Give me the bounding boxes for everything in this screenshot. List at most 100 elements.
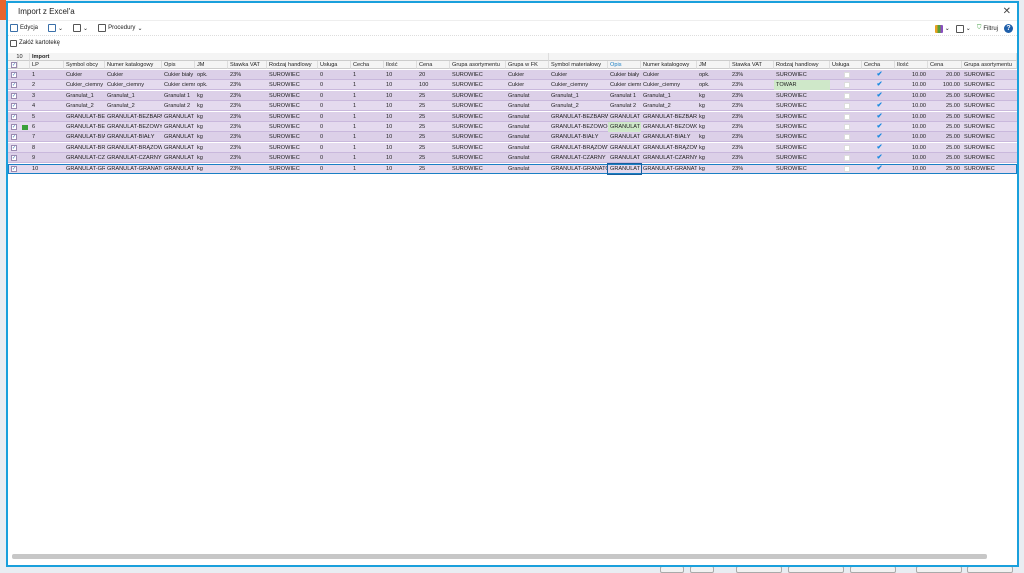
cell[interactable]: Granulat_1 — [641, 91, 697, 101]
cell[interactable]: GRANULAT — [608, 112, 641, 122]
cell[interactable]: 23% — [730, 164, 774, 174]
cell[interactable]: 10.00 — [895, 70, 928, 80]
cell[interactable]: 25 — [417, 101, 450, 111]
cell[interactable]: GRANULAT — [162, 122, 195, 132]
cell[interactable]: Granulat — [506, 122, 549, 132]
help-icon[interactable]: ? — [1004, 24, 1013, 33]
cell[interactable]: Granulat_2 — [64, 101, 105, 111]
column-header[interactable]: Cena — [417, 61, 450, 69]
cell[interactable]: Cukier — [549, 70, 608, 80]
cell[interactable]: GRANULAT — [162, 112, 195, 122]
cell[interactable]: SUROWIEC — [267, 164, 318, 174]
column-header[interactable]: Stawka VAT — [730, 61, 774, 69]
cell[interactable]: kg — [697, 101, 730, 111]
service-checkbox[interactable] — [830, 143, 862, 153]
cell[interactable]: Cukier_ciemny — [641, 80, 697, 90]
cell[interactable]: 8 — [30, 143, 64, 153]
cell[interactable]: opk. — [697, 80, 730, 90]
column-header[interactable]: Symbol obcy — [64, 61, 105, 69]
cell[interactable]: kg — [697, 91, 730, 101]
cell[interactable]: SUROWIEC — [962, 101, 1017, 111]
horizontal-scrollbar[interactable] — [12, 554, 987, 559]
cell[interactable]: 0 — [318, 91, 351, 101]
feature-checkbox[interactable]: ✔ — [862, 153, 895, 163]
cell[interactable]: 25 — [417, 122, 450, 132]
cell[interactable]: 10 — [30, 164, 64, 174]
cell[interactable]: GRANULAT — [162, 164, 195, 174]
cell[interactable]: SUROWIEC — [450, 80, 506, 90]
cell[interactable]: 10 — [384, 153, 417, 163]
cell[interactable]: Granulat — [506, 112, 549, 122]
cell[interactable]: 10 — [384, 122, 417, 132]
edit-button[interactable]: Edycja — [10, 24, 38, 32]
cell[interactable]: SUROWIEC — [774, 164, 830, 174]
feature-checkbox[interactable]: ✔ — [862, 91, 895, 101]
cell[interactable]: 10 — [384, 80, 417, 90]
cell[interactable]: SUROWIEC — [267, 143, 318, 153]
column-header[interactable]: Stawka VAT — [228, 61, 267, 69]
cell[interactable]: GRANULAT-BEZOWO- — [549, 122, 608, 132]
cell[interactable]: 10.00 — [895, 164, 928, 174]
cell[interactable]: Granulat 1 — [608, 91, 641, 101]
cell[interactable]: Cukier — [506, 70, 549, 80]
cell[interactable]: 100.00 — [928, 80, 962, 90]
cell[interactable]: Granulat 2 — [608, 101, 641, 111]
cell[interactable]: 10.00 — [895, 101, 928, 111]
cell[interactable]: SUROWIEC — [450, 101, 506, 111]
cell[interactable]: Granulat_2 — [105, 101, 162, 111]
cell[interactable]: GRANULAT-GRANATOWY — [64, 164, 105, 174]
row-checkbox[interactable]: ✓ — [11, 92, 17, 99]
cell[interactable]: 0 — [318, 70, 351, 80]
cell[interactable]: 0 — [318, 132, 351, 142]
cell[interactable]: GRANULAT-BRĄZOWY — [641, 143, 697, 153]
cell[interactable]: 23% — [730, 143, 774, 153]
cell[interactable]: 7 — [30, 132, 64, 142]
cell[interactable]: Granulat — [506, 101, 549, 111]
cell[interactable]: Granulat_2 — [549, 101, 608, 111]
cell[interactable]: 23% — [228, 164, 267, 174]
cell[interactable]: SUROWIEC — [962, 91, 1017, 101]
service-checkbox[interactable] — [830, 132, 862, 142]
cell[interactable]: Cukier_ciemny — [549, 80, 608, 90]
cell[interactable]: 1 — [351, 91, 384, 101]
cell[interactable]: Cukier_ciemny — [64, 80, 105, 90]
cell[interactable]: 10.00 — [895, 91, 928, 101]
cell[interactable]: 25.00 — [928, 122, 962, 132]
view-dropdown[interactable]: ⌄ — [955, 24, 971, 33]
cell[interactable]: 23% — [730, 153, 774, 163]
column-header[interactable]: Ilość — [384, 61, 417, 69]
cell[interactable]: 10 — [384, 101, 417, 111]
cell[interactable]: kg — [697, 153, 730, 163]
cell[interactable]: 1 — [351, 153, 384, 163]
cell[interactable]: 23% — [228, 153, 267, 163]
cell[interactable]: 10.00 — [895, 143, 928, 153]
feature-checkbox[interactable]: ✔ — [862, 112, 895, 122]
column-header[interactable]: LP — [30, 61, 64, 69]
cell[interactable]: Cukier — [641, 70, 697, 80]
cell[interactable]: kg — [697, 112, 730, 122]
cell[interactable]: SUROWIEC — [962, 70, 1017, 80]
cell[interactable]: 10.00 — [895, 132, 928, 142]
cell[interactable]: 10 — [384, 164, 417, 174]
service-checkbox[interactable] — [830, 112, 862, 122]
cell[interactable]: 23% — [228, 132, 267, 142]
cell[interactable]: 2 — [30, 80, 64, 90]
cell[interactable]: SUROWIEC — [774, 101, 830, 111]
cell[interactable]: Cukier_ciemny — [105, 80, 162, 90]
row-checkbox[interactable]: ✓ — [11, 82, 17, 89]
cell[interactable]: TOWAR — [774, 80, 830, 91]
cell[interactable]: GRANULAT-BEZBARWNY — [641, 112, 697, 122]
cell[interactable]: kg — [697, 164, 730, 174]
row-checkbox[interactable]: ✓ — [11, 134, 17, 141]
cell[interactable]: 0 — [318, 112, 351, 122]
cell[interactable]: GRANULAT-BRĄZOWY — [105, 143, 162, 153]
cell[interactable]: 1 — [351, 132, 384, 142]
cell[interactable]: SUROWIEC — [267, 122, 318, 132]
cell[interactable]: 1 — [351, 143, 384, 153]
print-dropdown[interactable]: ⌄ — [73, 24, 88, 32]
service-checkbox[interactable] — [830, 91, 862, 101]
cell[interactable]: GRANULAT-BEZBARWNY — [549, 112, 608, 122]
cell[interactable]: Granulat_1 — [105, 91, 162, 101]
cell[interactable]: 23% — [730, 70, 774, 80]
cell[interactable]: kg — [195, 164, 228, 174]
